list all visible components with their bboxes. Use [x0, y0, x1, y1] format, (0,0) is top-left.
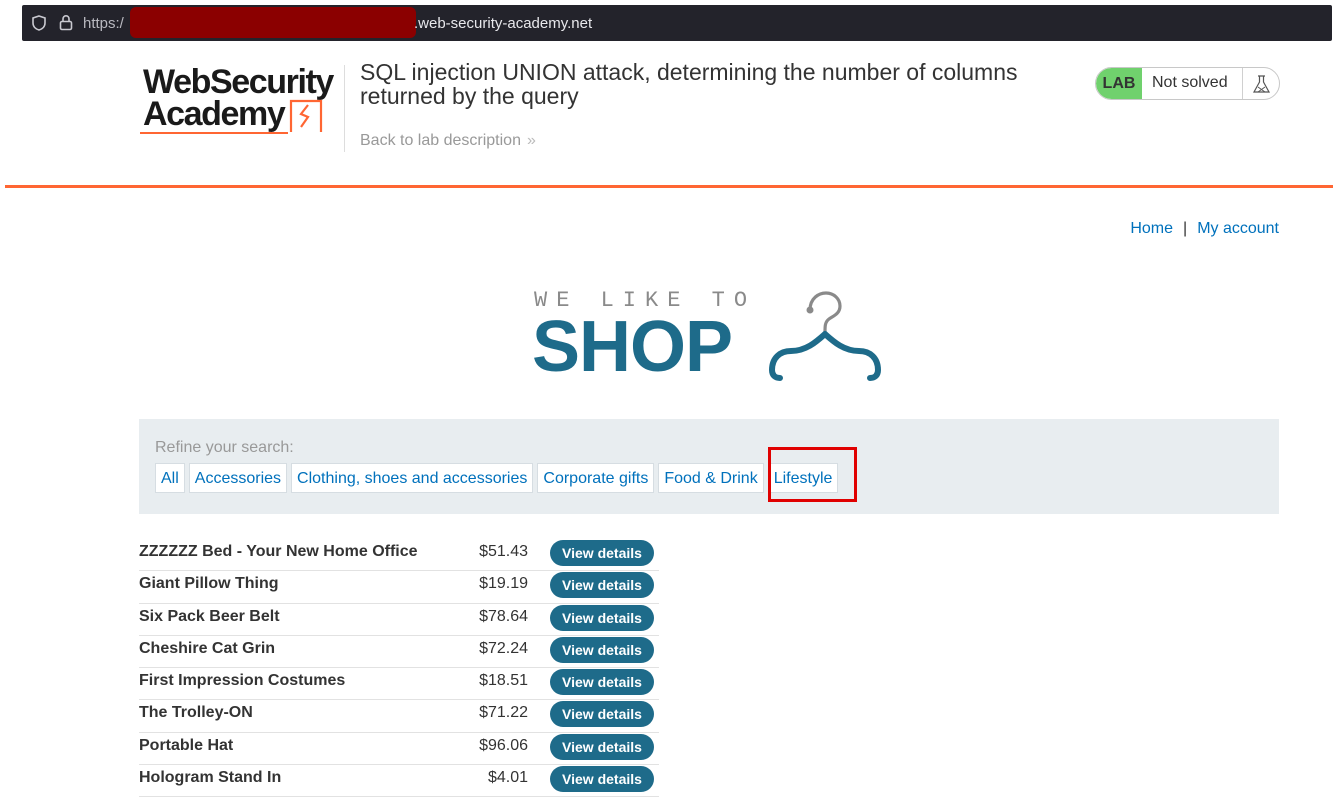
- shield-icon[interactable]: [32, 15, 46, 31]
- banner-shop-text: SHOP: [532, 307, 733, 387]
- view-details-button[interactable]: View details: [550, 669, 654, 696]
- product-price: $72.24: [479, 639, 528, 657]
- back-link-label: Back to lab description: [360, 132, 521, 149]
- product-name: Hologram Stand In: [139, 769, 282, 787]
- header-divider: [344, 65, 345, 152]
- category-filter-panel: Refine your search: All Accessories Clot…: [139, 419, 1279, 514]
- product-table: ZZZZZZ Bed - Your New Home Office $51.43…: [139, 539, 659, 797]
- category-food-drink[interactable]: Food & Drink: [658, 463, 764, 493]
- product-name: Giant Pillow Thing: [139, 575, 279, 593]
- view-details-button[interactable]: View details: [550, 540, 654, 566]
- url-scheme: https:/: [83, 15, 124, 32]
- address-bar[interactable]: https:/ .web-security-academy.net: [22, 5, 1332, 41]
- url-host: .web-security-academy.net: [414, 15, 593, 32]
- table-row: Cheshire Cat Grin $72.24 View details: [139, 636, 659, 669]
- web-security-academy-logo[interactable]: WebSecurity Academy: [140, 63, 340, 143]
- top-nav: Home | My account: [1130, 220, 1279, 238]
- logo-underline: [140, 132, 288, 134]
- redacted-subdomain: [130, 7, 416, 38]
- lightning-bolt-icon: [289, 99, 323, 132]
- header-rule: [5, 185, 1333, 188]
- back-to-lab-description-link[interactable]: Back to lab description »: [360, 132, 536, 150]
- shop-banner: WE LIKE TO SHOP: [532, 288, 892, 388]
- view-details-button[interactable]: View details: [550, 604, 654, 631]
- flask-icon: [1252, 75, 1271, 93]
- lab-status-widget: LAB Not solved: [1095, 67, 1280, 100]
- table-row: Six Pack Beer Belt $78.64 View details: [139, 604, 659, 636]
- product-price: $96.06: [479, 736, 528, 754]
- table-row: Hologram Stand In $4.01 View details: [139, 765, 659, 797]
- lab-badge: LAB: [1096, 68, 1142, 99]
- home-link[interactable]: Home: [1130, 220, 1173, 237]
- category-list: All Accessories Clothing, shoes and acce…: [155, 463, 839, 493]
- clothes-hanger-icon: [768, 291, 882, 381]
- product-price: $18.51: [479, 672, 528, 690]
- view-details-button[interactable]: View details: [550, 572, 654, 599]
- category-all[interactable]: All: [155, 463, 185, 493]
- category-clothing-shoes-accessories[interactable]: Clothing, shoes and accessories: [291, 463, 534, 493]
- table-row: Giant Pillow Thing $19.19 View details: [139, 571, 659, 604]
- product-name: The Trolley-ON: [139, 704, 253, 722]
- category-corporate-gifts[interactable]: Corporate gifts: [537, 463, 655, 493]
- table-row: Portable Hat $96.06 View details: [139, 733, 659, 766]
- view-details-button[interactable]: View details: [550, 733, 654, 760]
- category-accessories[interactable]: Accessories: [188, 463, 288, 493]
- lab-title: SQL injection UNION attack, determining …: [360, 59, 1018, 109]
- table-row: The Trolley-ON $71.22 View details: [139, 700, 659, 733]
- product-name: Portable Hat: [139, 736, 234, 754]
- product-price: $51.43: [479, 543, 528, 560]
- lifestyle-highlight-box: [768, 447, 857, 502]
- flask-icon-container: [1242, 68, 1279, 99]
- product-name: Six Pack Beer Belt: [139, 607, 280, 625]
- view-details-button[interactable]: View details: [550, 766, 654, 793]
- logo-line-2: Academy: [143, 95, 286, 133]
- product-price: $71.22: [479, 704, 528, 722]
- product-name: First Impression Costumes: [139, 672, 346, 690]
- product-name: ZZZZZZ Bed - Your New Home Office: [139, 543, 418, 560]
- view-details-button[interactable]: View details: [550, 701, 654, 728]
- view-details-button[interactable]: View details: [550, 636, 654, 663]
- lab-status-text: Not solved: [1152, 74, 1228, 91]
- product-price: $4.01: [487, 769, 528, 787]
- table-row: First Impression Costumes $18.51 View de…: [139, 668, 659, 701]
- my-account-link[interactable]: My account: [1197, 220, 1279, 237]
- double-chevron-right-icon: »: [526, 132, 536, 149]
- refine-search-label: Refine your search:: [155, 439, 294, 456]
- lock-icon[interactable]: [59, 14, 73, 31]
- table-row: ZZZZZZ Bed - Your New Home Office $51.43…: [139, 539, 659, 572]
- nav-separator: |: [1183, 220, 1188, 237]
- product-name: Cheshire Cat Grin: [139, 639, 276, 657]
- product-price: $78.64: [479, 607, 528, 625]
- product-price: $19.19: [479, 575, 528, 593]
